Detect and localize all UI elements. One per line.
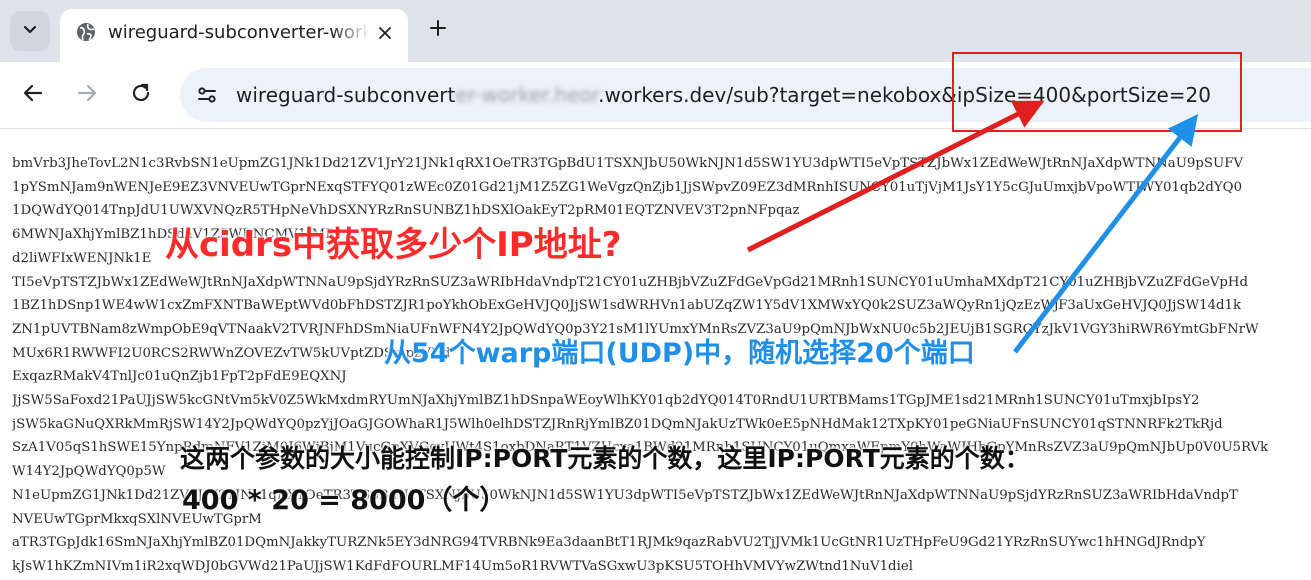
back-button[interactable] xyxy=(18,80,48,110)
content-line: aTR3TGpJdk16SmNJaXhjYmlBZ01DQmNJakkyTURZ… xyxy=(12,535,1206,551)
content-line: TI5eVpTSTZJbWx1ZEdWeWJtRnNJaXdpWTNNaU9pS… xyxy=(12,274,1249,290)
content-line: 1BZ1hDSnp1WE4wW1cxZmFXNTBaWEptWVd0bFhDST… xyxy=(12,298,1242,314)
arrow-left-icon xyxy=(22,82,44,108)
globe-icon xyxy=(76,22,96,42)
content-line: kJsW1hKZmNIVm1iR2xqWDJ0bGVWd21PaUJjSW1Kd… xyxy=(12,558,913,574)
close-icon[interactable] xyxy=(374,22,396,44)
tab-search-button[interactable] xyxy=(10,11,50,51)
annotation-ip-count: 从cidrs中获取多少个IP地址? xyxy=(165,225,622,265)
tune-icon[interactable] xyxy=(192,80,222,110)
content-line: JjSW5SaFoxd21PaUJjSW5kcGNtVm5kV0Z5WkMxdm… xyxy=(12,393,1200,409)
url-redacted: er-worker.heor xyxy=(455,83,599,107)
arrow-right-icon xyxy=(76,82,98,108)
reload-icon xyxy=(130,82,152,108)
content-line: bmVrb3JheTovL2N1c3RvbSN1eUpmZG1JNk1Dd21Z… xyxy=(12,156,1244,171)
forward-button[interactable] xyxy=(72,80,102,110)
browser-tab[interactable]: wireguard-subconverter-worker xyxy=(60,9,408,62)
annotation-port-count: 从54个warp端口(UDP)中，随机选择20个端口 xyxy=(384,338,975,369)
new-tab-button[interactable] xyxy=(424,16,452,44)
highlight-box xyxy=(952,52,1242,132)
plus-icon xyxy=(429,19,447,41)
tab-title: wireguard-subconverter-worker xyxy=(108,22,370,43)
content-line: jSW5kaGNuQXRkMmRjSW14Y2JpQWdYQ0pzYjJOaGJ… xyxy=(12,416,1223,432)
reload-button[interactable] xyxy=(126,80,156,110)
content-line: 1DQWdYQ014TnpJdU1UWXVNQzR5THpNeVhDSXNYRz… xyxy=(12,203,800,219)
annotation-explanation: 这两个参数的大小能控制IP:PORT元素的个数，这里IP:PORT元素的个数： xyxy=(180,444,1030,473)
content-line: 1pYSmNJam9nWENJeE9EZ3VNVEUwTGprNExqSTFYQ… xyxy=(12,179,1243,195)
annotation-total: 400 * 20 = 8000（个） xyxy=(182,485,507,516)
chevron-down-icon xyxy=(22,21,38,41)
